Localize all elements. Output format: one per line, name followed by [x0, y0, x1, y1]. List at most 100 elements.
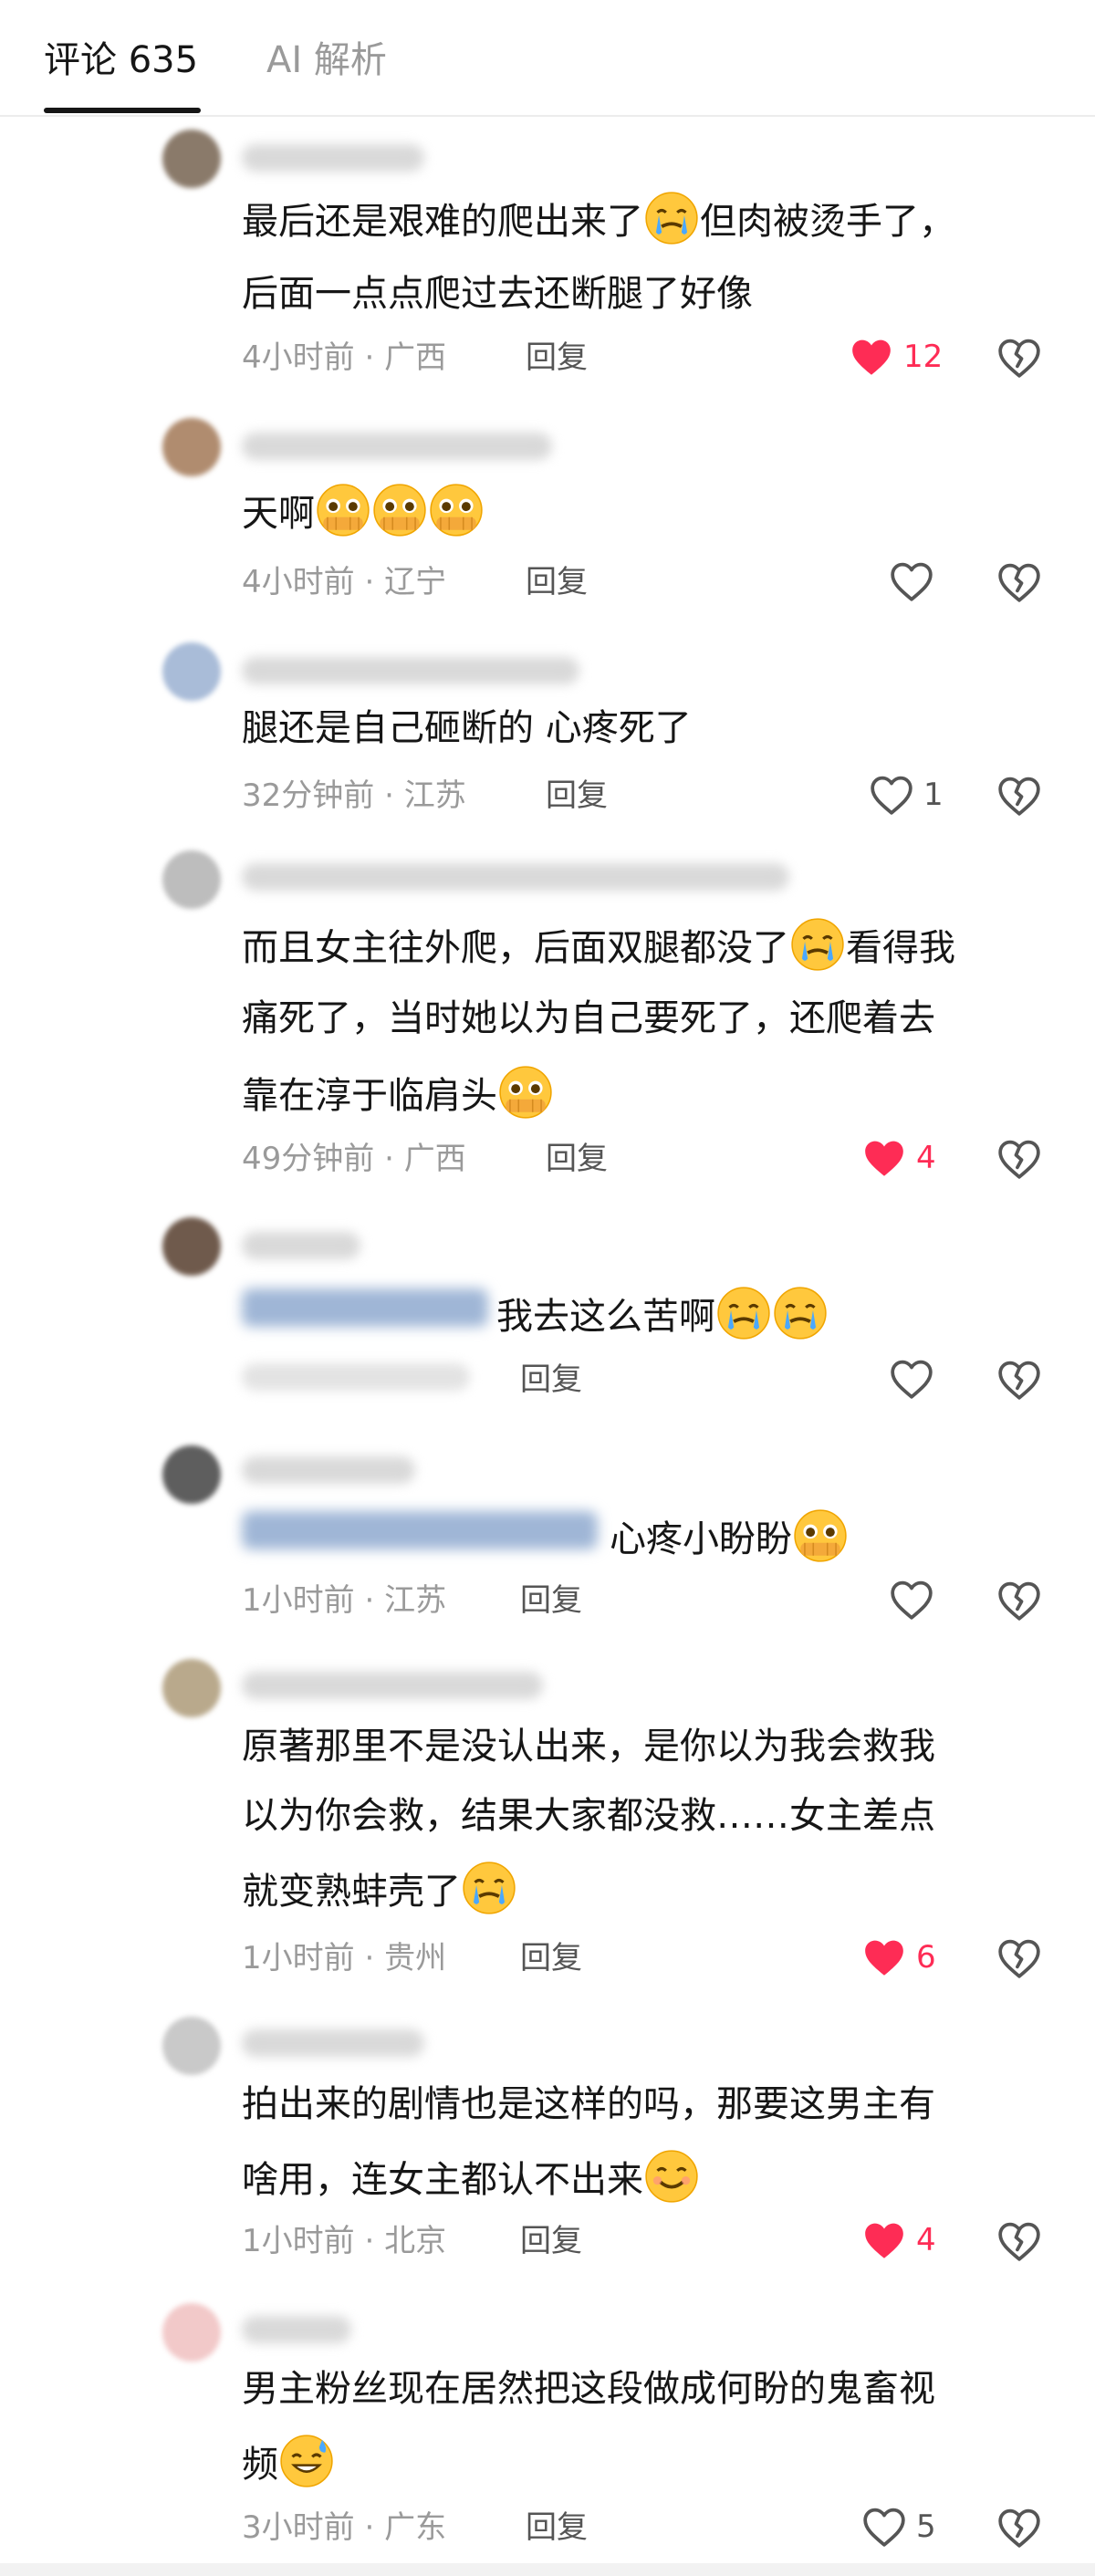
like-button[interactable]: 4 [861, 2219, 936, 2261]
pleading-face-emoji [428, 482, 485, 538]
comment-meta: 1小时前 · 北京 [242, 2223, 447, 2259]
broken-heart-icon[interactable] [996, 1137, 1042, 1181]
avatar[interactable] [162, 850, 221, 909]
heart-icon [889, 1579, 934, 1621]
crying-face-emoji [643, 190, 700, 246]
reply-button[interactable]: 回复 [546, 776, 608, 816]
broken-heart-icon[interactable] [996, 336, 1042, 380]
comment-tab-bar: 评论 635 AI 解析 [0, 0, 1095, 117]
comment-meta: 4小时前 · 广西 [242, 339, 447, 376]
username-blurred[interactable] [242, 657, 579, 684]
comment-text: 原著那里不是没认出来，是你以为我会救我 [242, 1726, 935, 1768]
broken-heart-icon[interactable] [996, 1358, 1042, 1402]
heart-icon [861, 2219, 907, 2261]
broken-heart-icon[interactable] [996, 2506, 1042, 2550]
comment-text: 天啊 [242, 482, 485, 539]
comment-meta: 3小时前 · 广东 [242, 2509, 447, 2546]
broken-heart-icon[interactable] [996, 560, 1042, 604]
avatar[interactable] [162, 418, 221, 476]
avatar[interactable] [162, 1659, 221, 1717]
crying-face-emoji [461, 1860, 517, 1916]
reply-button[interactable]: 回复 [526, 2508, 588, 2548]
username-blurred[interactable] [242, 1232, 360, 1259]
avatar[interactable] [162, 642, 221, 701]
username-blurred[interactable] [242, 2029, 424, 2057]
heart-icon [861, 1936, 907, 1978]
reply-target-blurred[interactable] [242, 1511, 598, 1549]
comment-text: 男主粉丝现在居然把这段做成何盼的鬼畜视 [242, 2368, 935, 2410]
comment-meta: 4小时前 · 辽宁 [242, 564, 447, 600]
comment-text: 心疼小盼盼 [610, 1507, 849, 1565]
broken-heart-icon[interactable] [996, 1579, 1042, 1622]
broken-heart-icon[interactable] [996, 774, 1042, 818]
heart-icon [861, 1137, 907, 1179]
reply-button[interactable]: 回复 [520, 1580, 582, 1621]
like-button[interactable] [889, 1358, 934, 1400]
reply-button[interactable]: 回复 [520, 1938, 582, 1978]
comment-text-line: 就变熟蚌壳了 [242, 1860, 517, 1917]
heart-icon [869, 774, 914, 816]
reply-button[interactable]: 回复 [546, 1139, 608, 1179]
like-button[interactable] [889, 1579, 934, 1621]
heart-icon [889, 560, 934, 602]
comment-text-line: 啥用，连女主都认不出来 [242, 2148, 700, 2206]
comment-item: 而且女主往外爬，后面双腿都没了 看得我 痛死了，当时她以为自己要死了，还爬着去 靠… [0, 823, 1095, 1188]
comment-meta-blurred [242, 1363, 470, 1391]
active-tab-indicator [44, 108, 201, 113]
comment-item: 心疼小盼盼 1小时前 · 江苏 回复 [0, 1411, 1095, 1630]
reply-button[interactable]: 回复 [520, 2221, 582, 2261]
like-button[interactable]: 6 [861, 1936, 936, 1978]
comment-meta: 1小时前 · 江苏 [242, 1582, 447, 1619]
comment-item: 天啊 4小时前 · 辽宁 回复 [0, 391, 1095, 608]
like-button[interactable] [889, 560, 934, 602]
like-button[interactable]: 4 [861, 1137, 936, 1179]
heart-icon [889, 1358, 934, 1400]
comment-text: 我去这么苦啊 [496, 1285, 829, 1342]
reply-button[interactable]: 回复 [526, 338, 588, 378]
username-blurred[interactable] [242, 144, 424, 172]
avatar[interactable] [162, 2017, 221, 2075]
comment-text-line: 后面一点点爬过去还断腿了好像 [242, 273, 753, 315]
tab-comments[interactable]: 评论 635 [44, 35, 198, 86]
like-button[interactable]: 12 [849, 336, 943, 378]
broken-heart-icon[interactable] [996, 2219, 1042, 2263]
username-blurred[interactable] [242, 2316, 351, 2343]
username-blurred[interactable] [242, 433, 552, 460]
like-button[interactable]: 5 [861, 2506, 936, 2548]
avatar[interactable] [162, 2303, 221, 2362]
avatar[interactable] [162, 130, 221, 188]
comment-text-line: 以为你会救，结果大家都没救……女主差点 [242, 1795, 935, 1837]
username-blurred[interactable] [242, 1672, 543, 1699]
like-count: 1 [923, 777, 944, 813]
username-blurred[interactable] [242, 863, 789, 891]
comment-text: 拍出来的剧情也是这样的吗，那要这男主有 [242, 2083, 935, 2125]
crying-face-emoji [772, 1285, 829, 1341]
comment-item: 腿还是自己砸断的 心疼死了 32分钟前 · 江苏 回复 1 [0, 608, 1095, 823]
heart-icon [861, 2506, 907, 2548]
username-blurred[interactable] [242, 1456, 415, 1484]
comment-text-line: 靠在淳于临肩头 [242, 1064, 554, 1121]
bottom-edge [0, 2563, 1095, 2576]
like-button[interactable]: 1 [869, 774, 944, 816]
comment-text: 腿还是自己砸断的 心疼死了 [242, 707, 692, 749]
broken-heart-icon[interactable] [996, 1936, 1042, 1980]
avatar[interactable] [162, 1217, 221, 1276]
pleading-face-emoji [315, 482, 371, 538]
reply-button[interactable]: 回复 [526, 562, 588, 602]
sad-face-emoji [789, 916, 846, 973]
like-count: 6 [916, 1939, 936, 1976]
like-count: 12 [903, 339, 944, 375]
reply-target-blurred[interactable] [242, 1288, 488, 1327]
heart-icon [849, 336, 894, 378]
crying-face-emoji [715, 1285, 772, 1341]
comment-item: 原著那里不是没认出来，是你以为我会救我 以为你会救，结果大家都没救……女主差点 … [0, 1630, 1095, 1989]
reply-button[interactable]: 回复 [520, 1360, 582, 1400]
grinning-sweat-emoji [278, 2433, 335, 2489]
like-count: 4 [916, 2222, 936, 2258]
comment-text-line: 痛死了，当时她以为自己要死了，还爬着去 [242, 997, 935, 1039]
comment-item: 拍出来的剧情也是这样的吗，那要这男主有 啥用，连女主都认不出来 1小时前 · 北… [0, 1989, 1095, 2272]
avatar[interactable] [162, 1445, 221, 1504]
tab-ai-analysis[interactable]: AI 解析 [266, 35, 387, 86]
smiling-face-emoji [643, 2148, 700, 2205]
comment-meta: 49分钟前 · 广西 [242, 1141, 466, 1177]
